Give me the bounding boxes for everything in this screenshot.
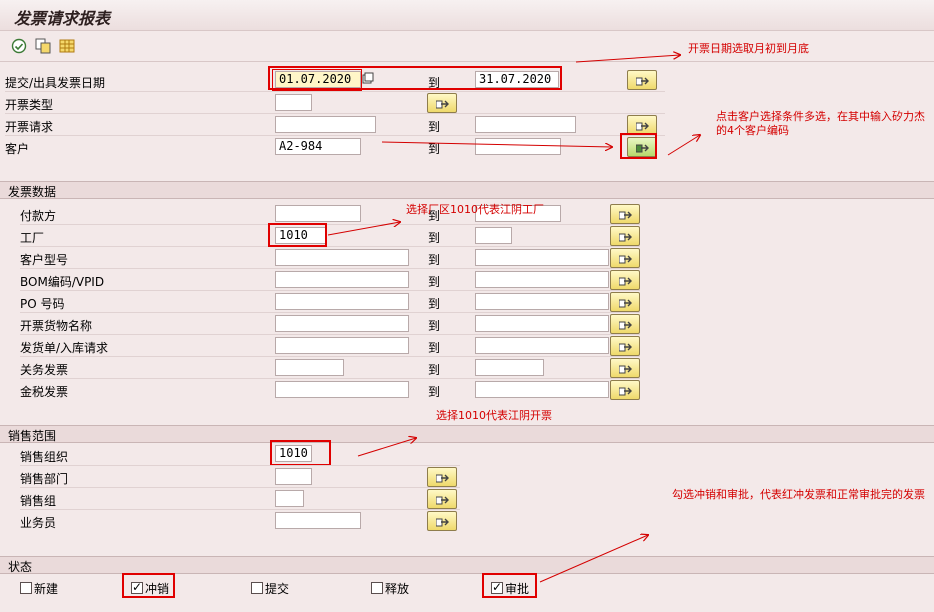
annotation-arrows [327,0,934,583]
